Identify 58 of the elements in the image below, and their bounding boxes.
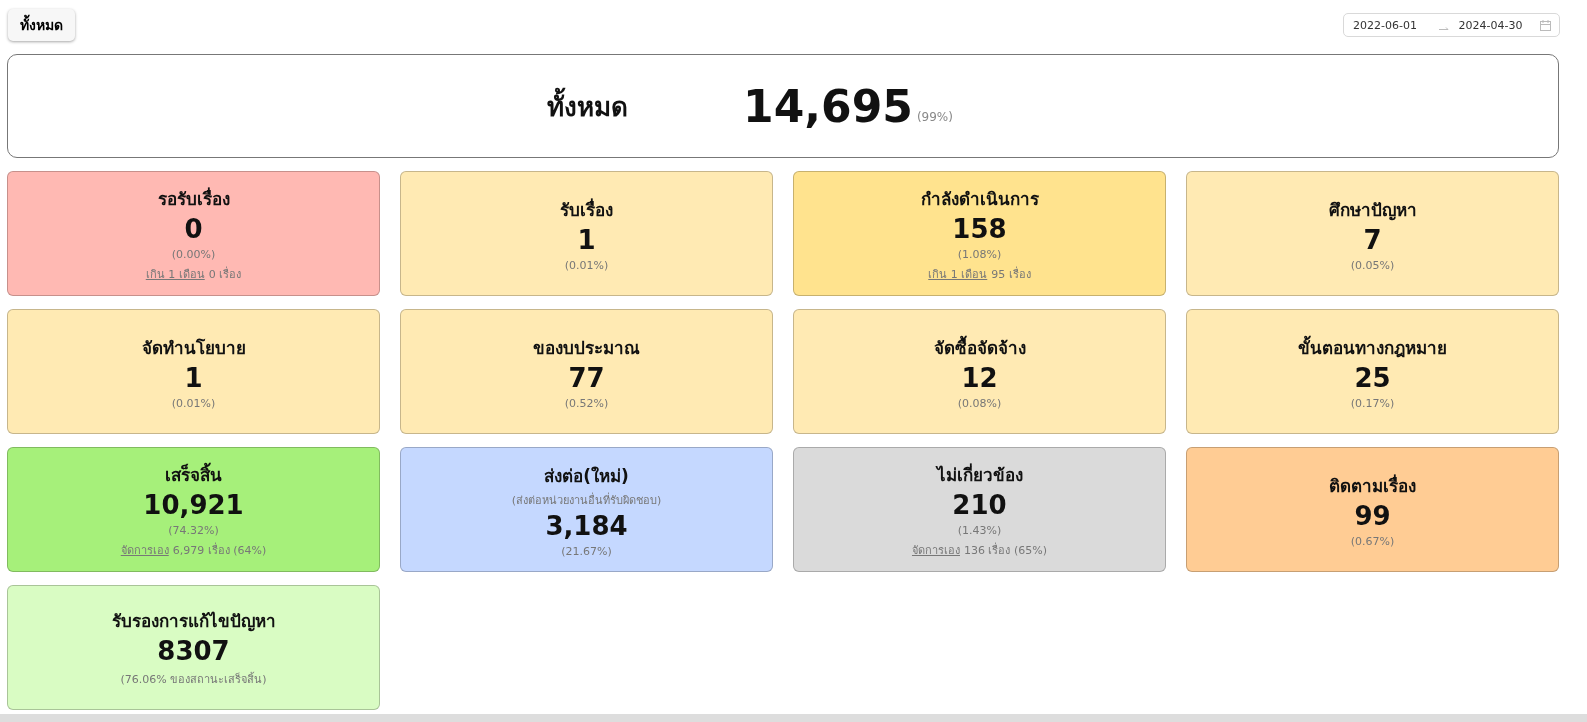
- overdue-link[interactable]: จัดการเอง: [120, 540, 169, 559]
- card-percent: (0.00%): [171, 247, 216, 261]
- start-date: 2022-06-01: [1353, 18, 1418, 32]
- card-value: 3,184: [545, 510, 628, 541]
- card-percent: (76.06% ของสถานะเสร็จสิ้น): [120, 671, 267, 688]
- card-value: 158: [952, 213, 1007, 244]
- card-title: ไม่เกี่ยวข้อง: [936, 462, 1023, 487]
- card-title: รับเรื่อง: [560, 197, 613, 222]
- calendar-icon: [1540, 19, 1551, 31]
- card-value: 1: [577, 224, 596, 255]
- card-value: 77: [568, 362, 605, 393]
- date-range-field[interactable]: 2022-06-01 2024-04-30: [1343, 13, 1560, 37]
- overdue-link[interactable]: เกิน 1 เดือน: [145, 264, 205, 283]
- card-note: 136 เรื่อง (65%): [964, 541, 1047, 559]
- range-separator-icon: [1438, 24, 1449, 30]
- card-note: 6,979 เรื่อง (64%): [172, 541, 267, 559]
- card-value: 99: [1354, 500, 1391, 531]
- card-value: 10,921: [143, 489, 244, 520]
- card-value: 25: [1354, 362, 1391, 393]
- card-subtitle: (ส่งต่อหน่วยงานอื่นที่รับผิดชอบ): [511, 491, 662, 509]
- total-percent: (99%): [916, 109, 953, 124]
- card-percent: (0.17%): [1350, 396, 1395, 410]
- card-percent: (0.08%): [957, 396, 1002, 410]
- card-note: 0 เรื่อง: [208, 265, 242, 283]
- card-title: เสร็จสิ้น: [165, 461, 222, 487]
- end-date: 2024-04-30: [1458, 18, 1524, 32]
- overdue-link[interactable]: จัดการเอง: [912, 540, 960, 559]
- card-percent: (74.32%): [168, 523, 219, 537]
- card-percent: (0.05%): [1350, 258, 1395, 272]
- card-title: รับรองการแก้ไขปัญหา: [111, 610, 276, 634]
- card-title: ส่งต่อ(ใหม่): [544, 464, 629, 488]
- card-percent: (0.67%): [1350, 534, 1395, 548]
- card-title: จัดทำนโยบาย: [141, 336, 246, 360]
- card-value: 1: [184, 362, 203, 393]
- card-note: 95 เรื่อง: [991, 265, 1031, 283]
- card-percent: (1.08%): [957, 247, 1002, 261]
- card-value: 210: [952, 489, 1007, 520]
- card-percent: (0.52%): [564, 396, 609, 410]
- card-percent: (0.01%): [564, 258, 609, 272]
- card-title: กำลังดำเนินการ: [920, 187, 1039, 211]
- card-value: 0: [184, 213, 203, 244]
- card-value: 8307: [157, 636, 230, 666]
- card-value: 7: [1363, 224, 1382, 255]
- card-title: ขั้นตอนทางกฎหมาย: [1298, 334, 1447, 360]
- card-title: ของบประมาณ: [533, 336, 640, 360]
- card-percent: (21.67%): [561, 544, 612, 558]
- card-percent: (0.01%): [171, 396, 216, 410]
- overdue-link[interactable]: เกิน 1 เดือน: [928, 264, 988, 283]
- card-title: ศึกษาปัญหา: [1328, 198, 1417, 223]
- horizontal-scrollbar[interactable]: [0, 714, 1587, 722]
- total-value: 14,695: [743, 80, 913, 132]
- filter-button[interactable]: ทั้งหมด: [8, 9, 75, 41]
- card-percent: (1.43%): [957, 523, 1002, 537]
- card-title: รอรับเรื่อง: [157, 186, 230, 211]
- card-title: จัดซื้อจัดจ้าง: [933, 334, 1026, 360]
- card-value: 12: [961, 362, 998, 393]
- total-label: ทั้งหมด: [547, 85, 629, 127]
- card-title: ติดตามเรื่อง: [1329, 473, 1416, 498]
